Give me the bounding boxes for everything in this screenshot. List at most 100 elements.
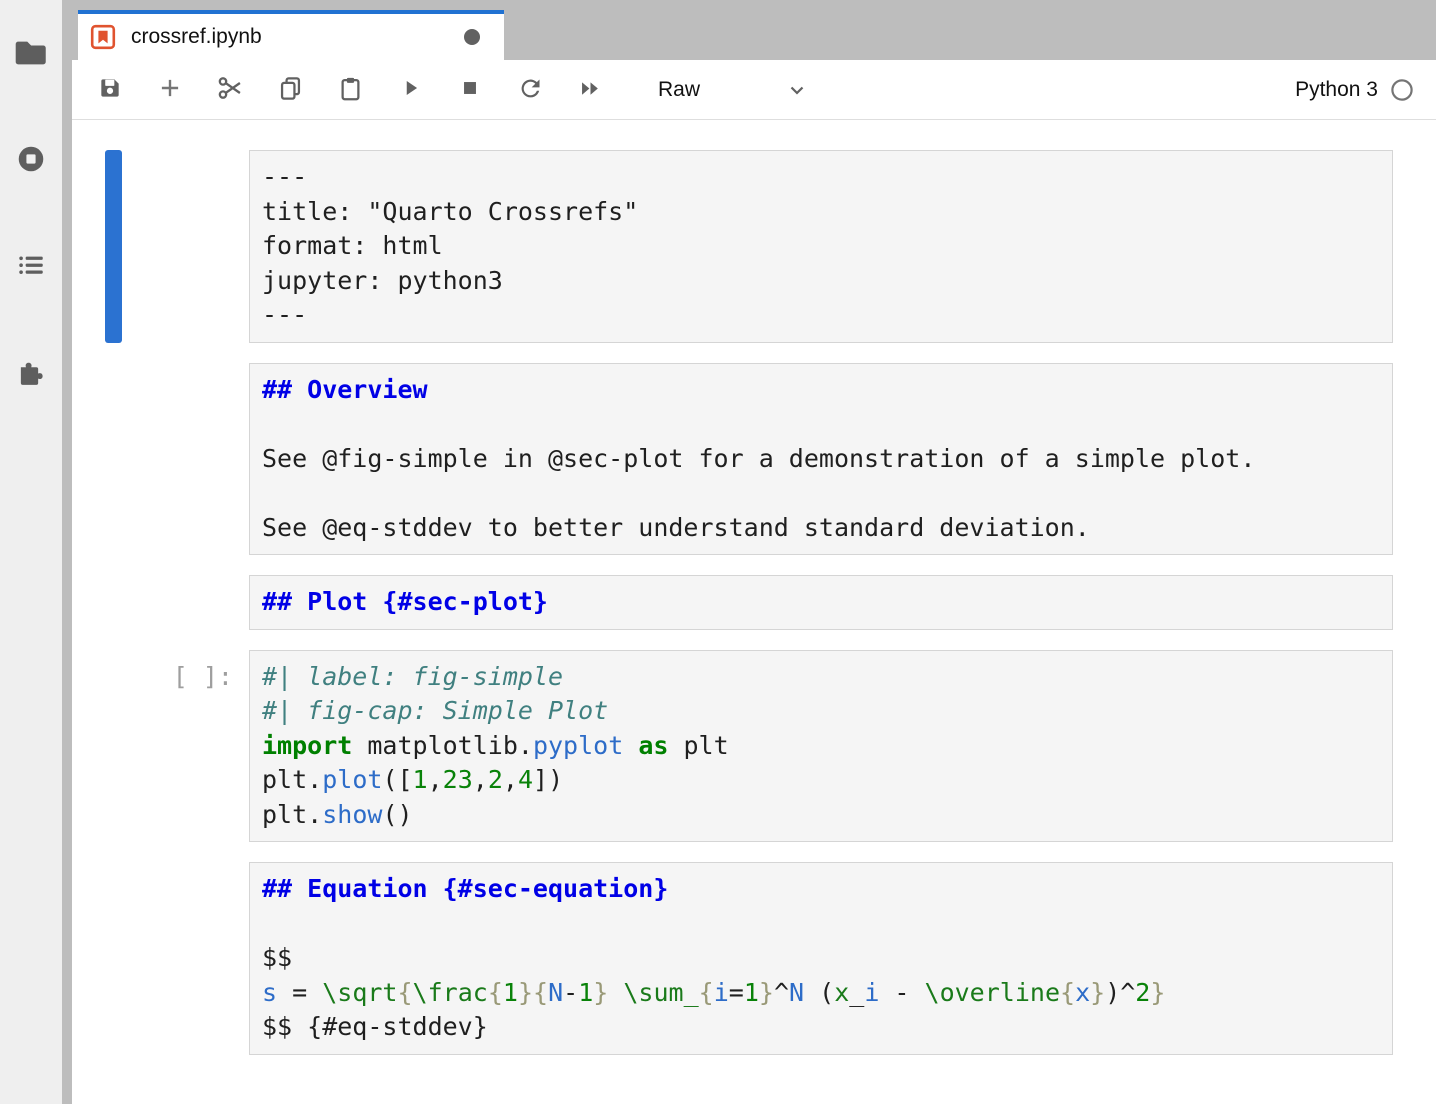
copy-icon: [277, 75, 304, 105]
sidebar-item-table-of-contents[interactable]: [0, 212, 62, 318]
token: plot: [322, 765, 382, 794]
token: See @fig-simple in @sec-plot for a demon…: [262, 444, 1255, 473]
token: ## Plot {#sec-plot}: [262, 587, 548, 616]
stop-circle-icon: [15, 143, 47, 175]
cell-execution-prompt: [122, 575, 249, 630]
cell-execution-prompt: [ ]:: [122, 650, 249, 843]
kernel-name: Python 3: [1295, 78, 1378, 102]
token: ^: [774, 978, 789, 1007]
token: }: [593, 978, 608, 1007]
unsaved-changes-dot-icon[interactable]: [464, 29, 480, 45]
notebook-cell-code: [ ]: #| label: fig-simple #| fig-cap: Simp…: [72, 650, 1436, 843]
interrupt-kernel-button[interactable]: [448, 68, 492, 112]
token: \frac: [413, 978, 488, 1007]
notebook-cell-raw: --- title: "Quarto Crossrefs"format: html…: [72, 150, 1436, 343]
notebook-toolbar: Raw Python 3: [72, 60, 1436, 120]
insert-cell-button[interactable]: [148, 68, 192, 112]
token: plt: [668, 731, 728, 760]
cell-editor[interactable]: --- title: "Quarto Crossrefs"format: html…: [249, 150, 1393, 343]
jupyterlab-app: crossref.ipynb: [0, 0, 1436, 1104]
token: plt.: [262, 800, 322, 829]
code-line: format: html: [262, 229, 1384, 264]
cell-collapser[interactable]: [105, 363, 122, 556]
cell-editor[interactable]: ## Equation {#sec-equation}$$s = \sqrt{\…: [249, 862, 1393, 1055]
code-line: [262, 476, 1384, 511]
tab-crossref-ipynb[interactable]: crossref.ipynb: [78, 10, 504, 60]
cell-collapser[interactable]: [105, 862, 122, 1055]
token: )^: [1105, 978, 1135, 1007]
chevron-down-icon: [785, 78, 809, 102]
notebook-cells: --- title: "Quarto Crossrefs"format: html…: [72, 150, 1436, 1055]
token: plt.: [262, 765, 322, 794]
save-icon: [97, 75, 123, 104]
code-line: $$: [262, 941, 1384, 976]
token: -: [879, 978, 924, 1007]
sidebar-item-file-browser[interactable]: [0, 0, 62, 106]
save-button[interactable]: [88, 68, 132, 112]
code-line: ## Plot {#sec-plot}: [262, 585, 1384, 620]
token: #| label: fig-simple: [262, 662, 563, 691]
code-line: plt.plot([1,23,2,4]): [262, 763, 1384, 798]
token: {: [533, 978, 548, 1007]
cell-collapser[interactable]: [105, 150, 122, 343]
restart-kernel-button[interactable]: [508, 68, 552, 112]
token: 4: [518, 765, 533, 794]
token: import: [262, 731, 352, 760]
token: N: [548, 978, 563, 1007]
restart-run-all-button[interactable]: [568, 68, 612, 112]
code-line: title: "Quarto Crossrefs": [262, 195, 1384, 230]
paste-icon: [337, 75, 364, 105]
token: i: [864, 978, 879, 1007]
sidebar-item-extension-manager[interactable]: [0, 318, 62, 424]
cell-type-dropdown[interactable]: Raw: [658, 78, 809, 102]
code-line: plt.show(): [262, 798, 1384, 833]
token: =: [277, 978, 322, 1007]
tab-bar: crossref.ipynb: [72, 0, 1436, 60]
code-line: s = \sqrt{\frac{1}{N-1} \sum_{i=1}^N (x_…: [262, 976, 1384, 1011]
token: ,: [473, 765, 488, 794]
token: ([: [382, 765, 412, 794]
code-line: ---: [262, 298, 1384, 333]
token: jupyter: python3: [262, 266, 503, 295]
run-icon: [397, 75, 423, 104]
code-line: #| fig-cap: Simple Plot: [262, 694, 1384, 729]
token: =: [729, 978, 744, 1007]
code-line: $$ {#eq-stddev}: [262, 1010, 1384, 1045]
kernel-idle-circle-icon: [1390, 78, 1414, 102]
token: 1: [413, 765, 428, 794]
code-line: import matplotlib.pyplot as plt: [262, 729, 1384, 764]
code-line: See @eq-stddev to better understand stan…: [262, 511, 1384, 546]
notebook-icon: [90, 24, 116, 50]
cell-type-value: Raw: [658, 78, 700, 102]
cell-collapser[interactable]: [105, 575, 122, 630]
token: N: [789, 978, 804, 1007]
token: 1: [744, 978, 759, 1007]
kernel-indicator[interactable]: Python 3: [1295, 78, 1436, 102]
tab-title: crossref.ipynb: [131, 25, 262, 49]
dock-panel-divider: [62, 0, 72, 1104]
cell-editor[interactable]: ## OverviewSee @fig-simple in @sec-plot …: [249, 363, 1393, 556]
plus-icon: [157, 75, 183, 104]
token: 23: [443, 765, 473, 794]
token: ]): [533, 765, 563, 794]
code-line: ## Equation {#sec-equation}: [262, 872, 1384, 907]
token: }: [1090, 978, 1105, 1007]
token: \sum_: [623, 978, 698, 1007]
cell-editor[interactable]: ## Plot {#sec-plot}: [249, 575, 1393, 630]
cut-cells-button[interactable]: [208, 68, 252, 112]
token: x: [834, 978, 849, 1007]
token: }: [518, 978, 533, 1007]
paste-cells-button[interactable]: [328, 68, 372, 112]
copy-cells-button[interactable]: [268, 68, 312, 112]
fast-forward-icon: [577, 75, 604, 105]
run-cell-button[interactable]: [388, 68, 432, 112]
token: {: [397, 978, 412, 1007]
cell-execution-prompt: [122, 150, 249, 343]
scissors-icon: [216, 74, 244, 105]
token: See @eq-stddev to better understand stan…: [262, 513, 1090, 542]
cell-collapser[interactable]: [105, 650, 122, 843]
cell-editor[interactable]: #| label: fig-simple #| fig-cap: Simple P…: [249, 650, 1393, 843]
sidebar-item-running-sessions[interactable]: [0, 106, 62, 212]
notebook-cell-markdown: ## Equation {#sec-equation}$$s = \sqrt{\…: [72, 862, 1436, 1055]
token: 2: [488, 765, 503, 794]
